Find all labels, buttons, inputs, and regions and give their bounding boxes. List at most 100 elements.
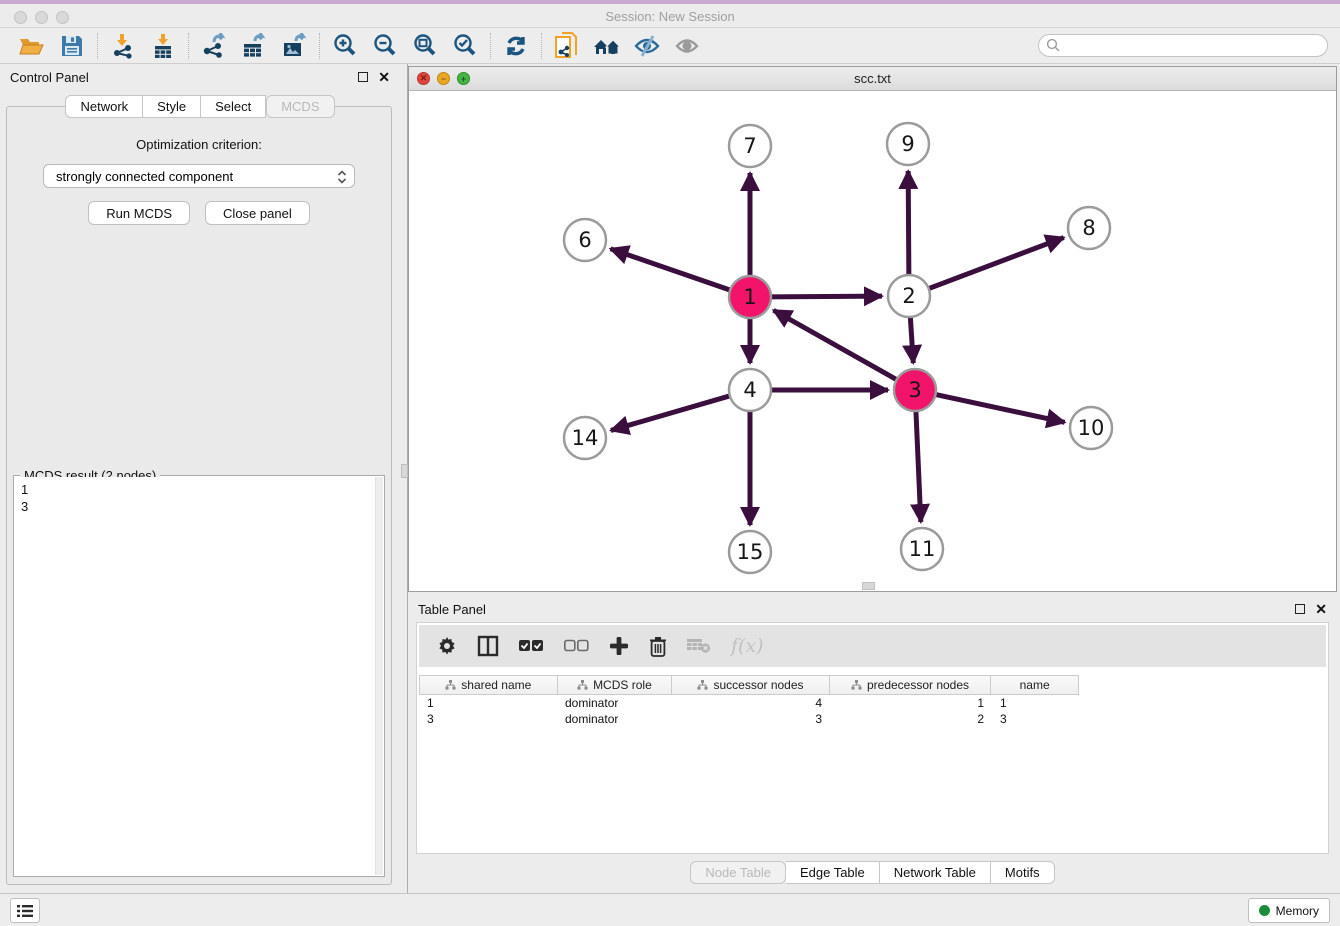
table-options-button[interactable] <box>437 631 457 661</box>
optimization-criterion-select[interactable]: strongly connected component <box>43 164 355 188</box>
tab-edge-table[interactable]: Edge Table <box>786 861 880 884</box>
tab-node-table[interactable]: Node Table <box>690 861 786 884</box>
edge-2-8[interactable] <box>927 238 1064 290</box>
checked-boxes-icon <box>519 639 544 653</box>
edge-3-11[interactable] <box>916 409 921 522</box>
zoom-selected-button[interactable] <box>445 30 485 62</box>
column-label: predecessor nodes <box>867 678 969 692</box>
table-cell: dominator <box>557 696 672 710</box>
export-image-button[interactable] <box>274 30 314 62</box>
table-row[interactable]: 1dominator411 <box>419 695 1079 711</box>
toolbar-separator <box>541 33 542 59</box>
close-table-panel-icon[interactable]: ✕ <box>1315 604 1327 614</box>
node-label-10: 10 <box>1078 416 1105 440</box>
node-label-4: 4 <box>743 378 756 402</box>
column-header-successor-nodes[interactable]: successor nodes <box>672 676 830 694</box>
edge-4-14[interactable] <box>611 395 732 430</box>
new-network-from-selection-button[interactable] <box>547 30 587 62</box>
node-table-body: 1dominator4113dominator323 <box>419 695 1079 727</box>
export-network-icon <box>201 33 227 59</box>
column-label: MCDS role <box>593 678 652 692</box>
table-panel-tabs: Node TableEdge TableNetwork TableMotifs <box>408 861 1337 884</box>
edge-1-6[interactable] <box>611 249 733 291</box>
run-mcds-button[interactable]: Run MCDS <box>88 201 190 225</box>
save-session-button[interactable] <box>52 30 92 62</box>
column-label: name <box>1020 678 1050 692</box>
window-titlebar: Session: New Session <box>0 0 1340 28</box>
network-resize-grip[interactable] <box>862 582 875 590</box>
memory-label: Memory <box>1276 904 1319 918</box>
node-label-11: 11 <box>909 537 936 561</box>
column-visibility-button[interactable] <box>477 631 499 661</box>
network-window-titlebar[interactable]: ✕ − + scc.txt <box>409 67 1336 91</box>
import-table-button[interactable] <box>143 30 183 62</box>
network-window-title: scc.txt <box>409 71 1336 86</box>
zoom-fit-button[interactable] <box>405 30 445 62</box>
column-header-name[interactable]: name <box>991 676 1078 694</box>
eye-icon <box>673 34 701 58</box>
edge-1-2[interactable] <box>769 296 882 297</box>
import-network-button[interactable] <box>103 30 143 62</box>
edge-3-10[interactable] <box>934 394 1065 422</box>
fx-icon: f(x) <box>731 635 764 657</box>
houses-icon <box>592 34 622 58</box>
import-table-icon <box>150 33 176 59</box>
edge-2-9[interactable] <box>908 171 909 277</box>
memory-button[interactable]: Memory <box>1248 898 1330 923</box>
tab-motifs[interactable]: Motifs <box>991 861 1055 884</box>
node-label-2: 2 <box>902 284 915 308</box>
export-network-button[interactable] <box>194 30 234 62</box>
deselect-all-button[interactable] <box>564 631 589 661</box>
edge-2-3[interactable] <box>910 315 913 363</box>
table-panel-title: Table Panel <box>418 602 486 617</box>
hide-selected-button[interactable] <box>627 30 667 62</box>
table-cell: dominator <box>557 712 672 726</box>
function-builder-button-disabled: f(x) <box>731 631 764 661</box>
export-image-icon <box>281 33 308 59</box>
apply-layout-button[interactable] <box>496 30 536 62</box>
tab-select[interactable]: Select <box>201 95 266 118</box>
tab-network-table[interactable]: Network Table <box>880 861 991 884</box>
show-all-button[interactable] <box>667 30 707 62</box>
table-row[interactable]: 3dominator323 <box>419 711 1079 727</box>
column-header-predecessor-nodes[interactable]: predecessor nodes <box>830 676 992 694</box>
refresh-layout-icon <box>503 33 529 59</box>
search-field-wrap <box>1038 34 1328 57</box>
splitter-grip[interactable] <box>401 464 408 478</box>
float-panel-icon[interactable] <box>358 72 368 82</box>
add-column-button[interactable] <box>609 631 629 661</box>
close-panel-button[interactable]: Close panel <box>205 201 310 225</box>
column-header-shared-name[interactable]: shared name <box>420 676 558 694</box>
optimization-criterion-label: Optimization criterion: <box>7 137 391 152</box>
sort-tree-icon <box>697 680 708 690</box>
search-input[interactable] <box>1038 34 1328 57</box>
close-panel-icon[interactable]: ✕ <box>378 72 390 82</box>
import-network-icon <box>110 33 136 59</box>
node-table-header: shared name MCDS role successor nodes prede… <box>419 675 1079 695</box>
zoom-in-button[interactable] <box>325 30 365 62</box>
edge-3-1[interactable] <box>774 310 899 380</box>
control-panel-title: Control Panel <box>10 70 89 85</box>
float-table-panel-icon[interactable] <box>1295 604 1305 614</box>
delete-column-button[interactable] <box>649 631 667 661</box>
open-folder-icon <box>18 34 46 58</box>
zoom-out-button[interactable] <box>365 30 405 62</box>
table-cell: 3 <box>419 712 557 726</box>
task-history-button[interactable] <box>10 898 40 923</box>
tab-network[interactable]: Network <box>65 95 143 118</box>
tab-style[interactable]: Style <box>143 95 201 118</box>
mcds-result-text[interactable]: 1 3 <box>15 477 375 875</box>
first-neighbors-button[interactable] <box>587 30 627 62</box>
network-canvas[interactable]: 7968124314101511 <box>409 91 1336 591</box>
panel-splitter[interactable] <box>400 64 408 893</box>
select-all-button[interactable] <box>519 631 544 661</box>
node-label-7: 7 <box>743 134 756 158</box>
table-cell: 2 <box>830 712 992 726</box>
export-table-button[interactable] <box>234 30 274 62</box>
column-header-MCDS-role[interactable]: MCDS role <box>558 676 673 694</box>
open-file-button[interactable] <box>12 30 52 62</box>
table-toolbar: f(x) <box>419 625 1326 667</box>
mcds-result-scrollbar[interactable] <box>375 477 383 875</box>
tab-mcds[interactable]: MCDS <box>266 95 334 118</box>
network-graph[interactable]: 7968124314101511 <box>409 91 1336 591</box>
